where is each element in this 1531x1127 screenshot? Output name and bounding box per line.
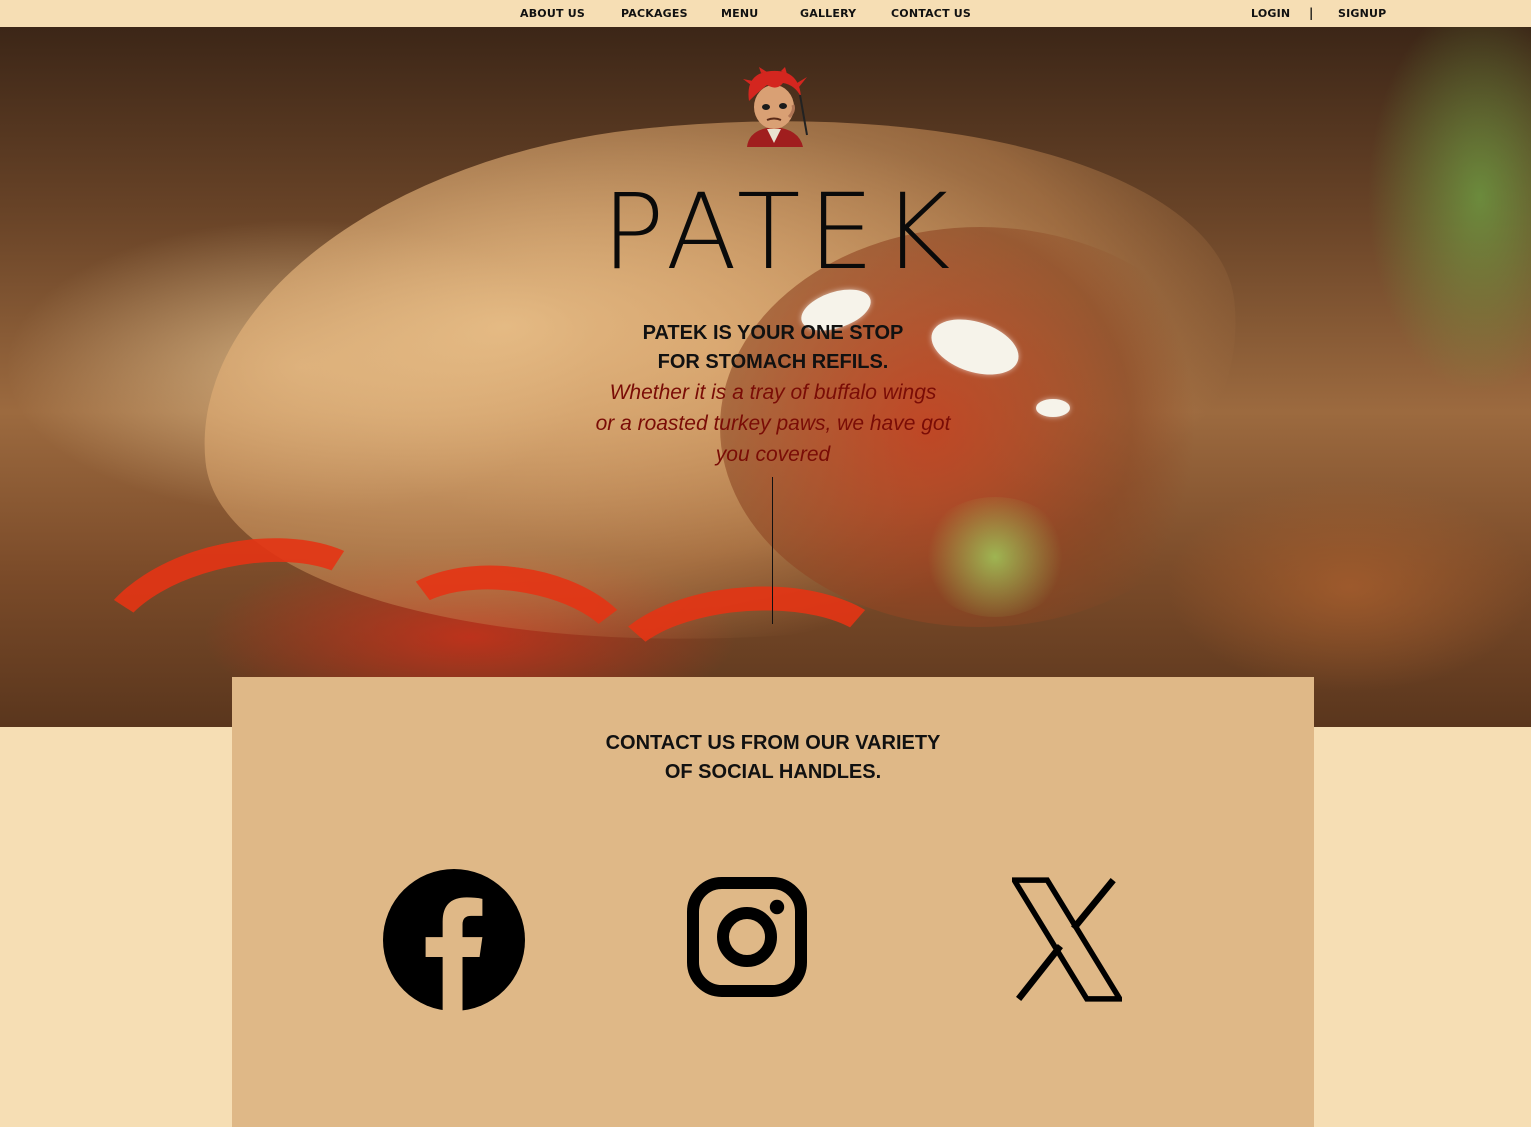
contact-title-line: OF SOCIAL HANDLES.	[664, 761, 882, 783]
hero-tagline: PATEK IS YOUR ONE STOP FOR STOMACH REFIL…	[540, 319, 1006, 377]
hero-subtagline-line: you covered	[715, 443, 831, 466]
mascot-logo[interactable]	[737, 67, 811, 149]
nav-link-contact-us[interactable]: CONTACT US	[891, 7, 971, 20]
nav-link-about-us[interactable]: ABOUT US	[520, 7, 585, 20]
hero-food-image-lettuce	[920, 497, 1070, 617]
hero-subtagline-line: Whether it is a tray of buffalo wings	[609, 381, 937, 404]
hero-tagline-line: PATEK IS YOUR ONE STOP	[642, 322, 904, 344]
contact-title: CONTACT US FROM OUR VARIETY OF SOCIAL HA…	[232, 729, 1314, 787]
nav-link-menu[interactable]: MENU	[721, 7, 758, 20]
hero-banner: PATEK PATEK IS YOUR ONE STOP FOR STOMACH…	[0, 27, 1531, 727]
x-icon[interactable]	[1012, 877, 1122, 1002]
hero-subtagline-line: or a roasted turkey paws, we have got	[595, 412, 951, 435]
facebook-icon[interactable]	[383, 869, 525, 1011]
hero-food-image-sauce	[1036, 399, 1070, 417]
nav-link-gallery[interactable]: GALLERY	[800, 7, 856, 20]
nav-link-packages[interactable]: PACKAGES	[621, 7, 688, 20]
signup-link[interactable]: SIGNUP	[1338, 7, 1386, 20]
top-nav: ABOUT US PACKAGES MENU GALLERY CONTACT U…	[0, 0, 1531, 27]
login-link[interactable]: LOGIN	[1251, 7, 1290, 20]
contact-title-line: CONTACT US FROM OUR VARIETY	[605, 732, 941, 754]
hero-tagline-line: FOR STOMACH REFILS.	[657, 351, 889, 373]
hero-divider-line	[772, 477, 773, 624]
brand-wordmark-text: PATEK	[601, 171, 959, 293]
hero-subtagline: Whether it is a tray of buffalo wings or…	[560, 377, 986, 470]
contact-section: CONTACT US FROM OUR VARIETY OF SOCIAL HA…	[232, 677, 1314, 1127]
brand-wordmark: PATEK	[590, 177, 970, 287]
instagram-icon[interactable]	[687, 877, 807, 997]
nav-separator: |	[1309, 6, 1314, 20]
